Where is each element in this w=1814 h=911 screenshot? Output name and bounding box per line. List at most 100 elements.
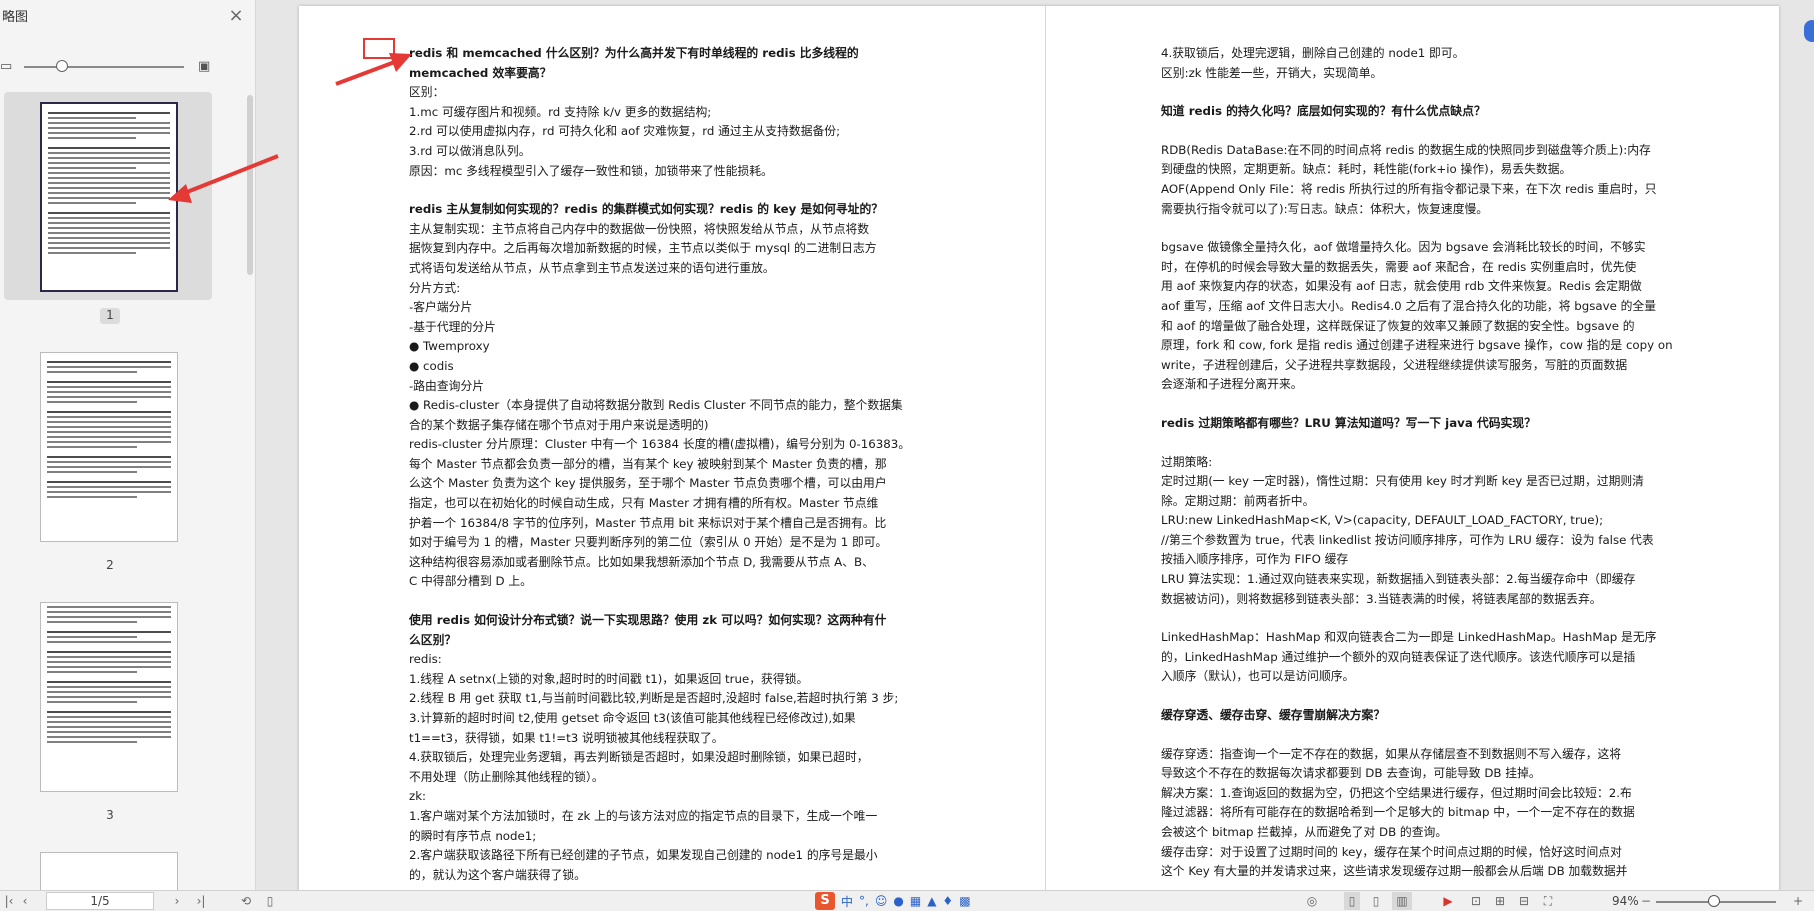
annotation-highlight-box bbox=[363, 38, 395, 59]
text-line: LRU 算法实现：1.通过双向链表来实现，新数据插入到链表头部：2.每当缓存命中… bbox=[1161, 572, 1636, 587]
thumbnail-page-number: 1 bbox=[100, 308, 120, 324]
fullscreen-icon[interactable]: ⛶ bbox=[1540, 892, 1556, 910]
thumbnail-image[interactable] bbox=[40, 102, 178, 292]
fit-height-icon[interactable]: ⊞ bbox=[1492, 892, 1508, 910]
prev-page-icon[interactable]: ‹ bbox=[18, 892, 32, 910]
sidebar-header: 略图 × bbox=[0, 0, 255, 30]
text-line bbox=[1161, 687, 1681, 706]
input-method-toolbar[interactable]: S 中 °, ☺ ● ▦ ▲ ♦ ▩ bbox=[815, 892, 971, 910]
text-line bbox=[1161, 609, 1681, 628]
book-view-icon[interactable]: ▥ bbox=[1392, 892, 1412, 910]
text-line: 时，在停机的时候会导致大量的数据丢失，需要 aof 来配合，在 redis 实例… bbox=[1161, 259, 1637, 274]
shirt-icon[interactable]: ♦ bbox=[942, 894, 953, 908]
text-line: 到硬盘的快照，定期更新。缺点：耗时，耗性能(fork+io 操作)，易丢失数据。 bbox=[1161, 162, 1572, 177]
text-line: 1.线程 A setnx(上锁的对象,超时时的时间戳 t1)，如果返回 true… bbox=[409, 671, 809, 686]
slider-knob[interactable] bbox=[56, 60, 68, 72]
page-number-input[interactable]: 1/5 bbox=[46, 892, 154, 910]
text-line: LinkedHashMap：HashMap 和双向链表合二为一即是 Linked… bbox=[1161, 630, 1657, 645]
next-page-icon[interactable]: › bbox=[170, 892, 184, 910]
punctuation-icon[interactable]: °, bbox=[859, 894, 869, 908]
sidebar-scrollbar[interactable] bbox=[247, 95, 253, 805]
thumbnail-image[interactable] bbox=[40, 602, 178, 792]
thumbnail-sidebar: 略图 × ▭ ▣ 1 2 3 bbox=[0, 0, 256, 900]
text-line: 除。定期过期：前两者折中。 bbox=[1161, 493, 1315, 508]
rotate-icon[interactable]: ⟲ bbox=[238, 892, 254, 910]
eye-protection-icon[interactable]: ◎ bbox=[1304, 892, 1320, 910]
zoom-in-icon[interactable]: + bbox=[1790, 892, 1806, 910]
grid-icon[interactable]: ▩ bbox=[959, 894, 970, 908]
text-line: write，子进程创建后，父子进程共享数据段，父进程继续提供读写服务，写脏的页面… bbox=[1161, 357, 1628, 372]
text-line: AOF(Append Only File：将 redis 所执行过的所有指令都记… bbox=[1161, 181, 1657, 196]
text-line: C 中得部分槽到 D 上。 bbox=[409, 574, 532, 589]
double-page-view-icon[interactable]: ▯ bbox=[1368, 892, 1384, 910]
slider-track[interactable] bbox=[24, 66, 184, 68]
fit-page-icon[interactable]: ▯ bbox=[262, 892, 278, 910]
ime-logo-icon[interactable]: S bbox=[815, 892, 835, 910]
document-viewport[interactable]: redis 和 memcached 什么区别？为什么高并发下有时单线程的 red… bbox=[257, 0, 1814, 890]
scrollbar-thumb[interactable] bbox=[247, 95, 253, 275]
text-line bbox=[409, 592, 959, 611]
last-page-icon[interactable]: ›| bbox=[194, 892, 208, 910]
fit-width-icon[interactable]: ⊡ bbox=[1468, 892, 1484, 910]
section-heading: 使用 redis 如何设计分布式锁？说一下实现思路？使用 zk 可以吗？如何实现… bbox=[409, 613, 887, 628]
text-line: 这个 Key 有大量的并发请求过来，这些请求发现缓存过期一般都会从后端 DB 加… bbox=[1161, 864, 1628, 879]
close-icon[interactable]: × bbox=[223, 5, 249, 26]
single-page-view-icon[interactable]: ▯ bbox=[1344, 892, 1360, 910]
emoji-icon[interactable]: ☺ bbox=[875, 894, 888, 908]
text-line: 3.rd 可以做消息队列。 bbox=[409, 143, 531, 158]
section-heading: redis 过期策略都有哪些？LRU 算法知道吗？写一下 java 代码实现？ bbox=[1161, 415, 1536, 430]
small-image-icon[interactable]: ▭ bbox=[0, 59, 12, 74]
thumbnail-image[interactable] bbox=[40, 352, 178, 542]
text-line: 每个 Master 节点都会负责一部分的槽，当有某个 key 被映射到某个 Ma… bbox=[409, 456, 887, 471]
text-line: aof 重写，压缩 aof 文件日志大小。Redis4.0 之后有了混合持久化的… bbox=[1161, 298, 1656, 313]
text-line: -客户端分片 bbox=[409, 300, 473, 315]
text-line: 的，就认为这个客户端获得了锁。 bbox=[409, 867, 586, 882]
right-column: 4.获取锁后，处理完逻辑，删除自己创建的 node1 即可。 区别:zk 性能差一… bbox=[1161, 44, 1681, 882]
text-line: 定时过期(一 key 一定时器)，惰性过期：只有使用 key 时才判断 key … bbox=[1161, 474, 1644, 489]
large-image-icon[interactable]: ▣ bbox=[198, 59, 210, 74]
section-heading: redis 主从复制如何实现的？redis 的集群模式如何实现？redis 的 … bbox=[409, 202, 884, 217]
text-line: ● codis bbox=[409, 358, 454, 373]
keyboard-icon[interactable]: ▦ bbox=[910, 894, 921, 908]
text-line bbox=[1161, 122, 1681, 141]
text-line: 区别:zk 性能差一些，开销大，实现简单。 bbox=[1161, 65, 1383, 80]
text-line: 护着一个 16384/8 字节的位序列，Master 节点用 bit 来标识对于… bbox=[409, 515, 887, 530]
microphone-icon[interactable]: ● bbox=[893, 894, 903, 908]
text-line: 解决方案：1.查询返回的数据为空，仍把这个空结果进行缓存，但过期时间会比较短：2… bbox=[1161, 785, 1632, 800]
first-page-icon[interactable]: |‹ bbox=[2, 892, 16, 910]
text-line: 1.mc 可缓存图片和视频。rd 支持除 k/v 更多的数据结构; bbox=[409, 104, 712, 119]
thumbnail-size-slider[interactable]: ▭ ▣ bbox=[0, 55, 230, 79]
text-line: //第三个参数置为 true，代表 linkedlist 按访问顺序排序，可作为… bbox=[1161, 532, 1654, 547]
text-line: zk: bbox=[409, 789, 426, 804]
play-icon[interactable]: ▶ bbox=[1440, 892, 1456, 910]
text-line: 原因：mc 多线程模型引入了缓存一致性和锁，加锁带来了性能损耗。 bbox=[409, 163, 773, 178]
text-line: RDB(Redis DataBase:在不同的时间点将 redis 的数据生成的… bbox=[1161, 142, 1651, 157]
text-line: 用 aof 来恢复内存的状态，如果没有 aof 日志，就会使用 rdb 文件来恢… bbox=[1161, 279, 1642, 294]
thumbnail-page-number: 3 bbox=[106, 808, 114, 822]
text-line bbox=[409, 181, 959, 200]
text-line: ● Redis-cluster（本身提供了自动将数据分散到 Redis Clus… bbox=[409, 398, 903, 413]
ime-language[interactable]: 中 bbox=[841, 893, 853, 910]
left-column: redis 和 memcached 什么区别？为什么高并发下有时单线程的 red… bbox=[409, 44, 959, 885]
text-line bbox=[1161, 83, 1681, 102]
assistant-icon[interactable] bbox=[1804, 20, 1814, 42]
text-line: LRU:new LinkedHashMap<K, V>(capacity, DE… bbox=[1161, 513, 1604, 528]
thumbnail-page-number: 2 bbox=[106, 558, 114, 572]
right-edge-panel bbox=[1804, 0, 1814, 890]
text-line: 2.客户端获取该路径下所有已经创建的子节点，如果发现自己创建的 node1 的序… bbox=[409, 848, 878, 863]
text-line: 分片方式: bbox=[409, 280, 461, 295]
status-bar: |‹ ‹ 1/5 › ›| ⟲ ▯ S 中 °, ☺ ● ▦ ▲ ♦ ▩ ◎ ▯… bbox=[0, 890, 1814, 911]
text-line: 过期策略: bbox=[1161, 454, 1213, 469]
text-line: redis-cluster 分片原理：Cluster 中有一个 16384 长度… bbox=[409, 437, 911, 452]
text-line: 指定，也可以在初始化的时候自动生成，只有 Master 才拥有槽的所有权。Mas… bbox=[409, 496, 879, 511]
column-divider bbox=[1045, 6, 1046, 890]
skin-icon[interactable]: ▲ bbox=[927, 894, 936, 908]
text-line: 4.获取锁后，处理完业务逻辑，再去判断锁是否超时，如果没超时删除锁，如果已超时， bbox=[409, 750, 869, 765]
text-line: 主从复制实现：主节点将自己内存中的数据做一份快照，将快照发给从节点，从节点将数 bbox=[409, 221, 870, 236]
zoom-level[interactable]: 94% bbox=[1612, 892, 1639, 910]
actual-size-icon[interactable]: ⊟ bbox=[1516, 892, 1532, 910]
section-heading: 么区别？ bbox=[409, 632, 457, 647]
zoom-slider-knob[interactable] bbox=[1708, 895, 1720, 907]
zoom-out-icon[interactable]: − bbox=[1640, 892, 1652, 910]
text-line bbox=[1161, 395, 1681, 414]
